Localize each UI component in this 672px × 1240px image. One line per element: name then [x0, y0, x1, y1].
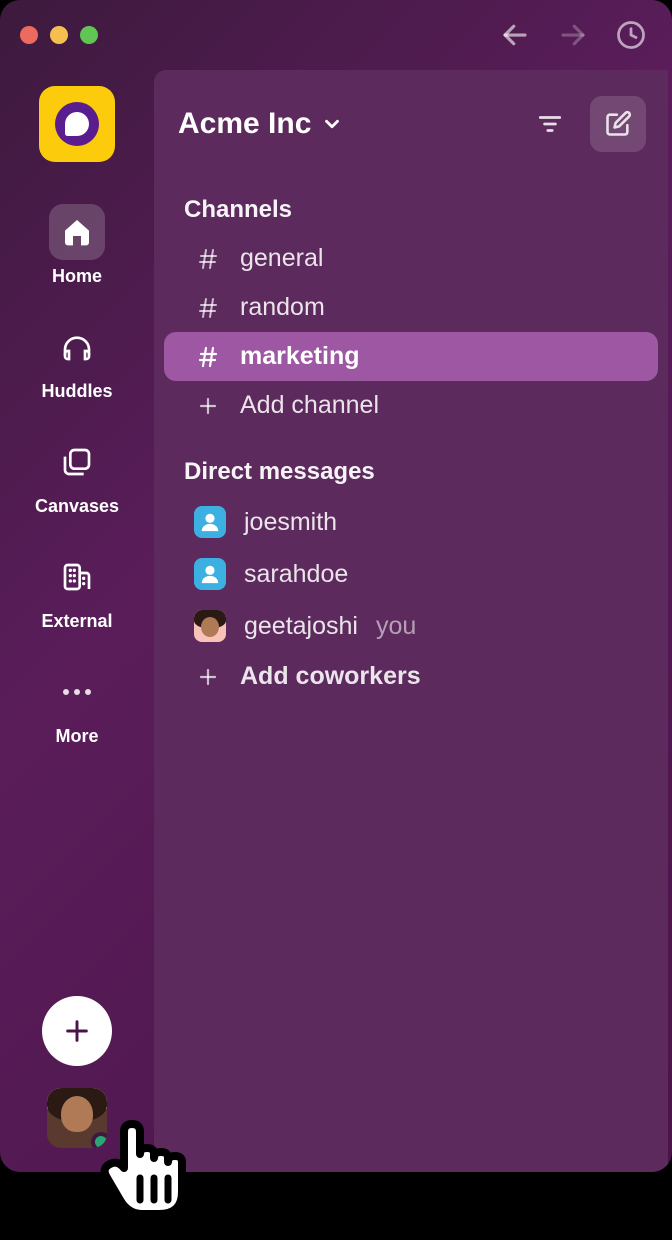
close-window-icon[interactable]: [20, 26, 38, 44]
workspace-menu-button[interactable]: Acme Inc: [178, 107, 343, 141]
minimize-window-icon[interactable]: [50, 26, 68, 44]
forward-button[interactable]: [558, 20, 588, 50]
add-channel-button[interactable]: Add channel: [164, 381, 658, 430]
hash-icon: [194, 247, 222, 271]
avatar-icon: [194, 506, 226, 538]
dm-sarahdoe[interactable]: sarahdoe: [164, 548, 658, 600]
dm-name: sarahdoe: [244, 560, 348, 589]
dm-geetajoshi[interactable]: geetajoshi you: [164, 600, 658, 652]
nav-label: External: [41, 611, 112, 632]
back-button[interactable]: [500, 20, 530, 50]
main-layout: Home Huddles Canvases External: [0, 70, 672, 1172]
channel-sidebar: Acme Inc Channels general: [154, 70, 668, 1172]
nav-label: Canvases: [35, 496, 119, 517]
plus-icon: [194, 665, 222, 689]
channel-random[interactable]: random: [164, 283, 658, 332]
nav-external[interactable]: External: [0, 539, 154, 650]
nav-home[interactable]: Home: [0, 194, 154, 305]
canvases-icon: [61, 446, 93, 478]
hash-icon: [194, 296, 222, 320]
workspace-logo-icon: [65, 112, 89, 136]
chevron-down-icon: [321, 113, 343, 135]
plus-icon: [61, 1015, 93, 1047]
home-icon: [61, 216, 93, 248]
nav-label: Home: [52, 266, 102, 287]
maximize-window-icon[interactable]: [80, 26, 98, 44]
dms-header[interactable]: Direct messages: [154, 430, 668, 496]
nav-canvases[interactable]: Canvases: [0, 424, 154, 535]
nav-label: More: [55, 726, 98, 747]
cursor-pointer-icon: [94, 1102, 204, 1237]
channel-name: random: [240, 293, 325, 322]
headphones-icon: [61, 331, 93, 363]
add-coworkers-button[interactable]: Add coworkers: [164, 652, 658, 701]
workspace-name: Acme Inc: [178, 107, 311, 141]
channel-marketing[interactable]: marketing: [164, 332, 658, 381]
filter-button[interactable]: [522, 96, 578, 152]
dm-name: joesmith: [244, 508, 337, 537]
nav-huddles[interactable]: Huddles: [0, 309, 154, 420]
channel-name: general: [240, 244, 323, 273]
add-workspace-button[interactable]: [42, 996, 112, 1066]
dm-joesmith[interactable]: joesmith: [164, 496, 658, 548]
app-window: Home Huddles Canvases External: [0, 0, 672, 1172]
titlebar: [0, 0, 672, 70]
compose-button[interactable]: [590, 96, 646, 152]
add-channel-label: Add channel: [240, 391, 379, 420]
workspace-switcher[interactable]: [39, 86, 115, 162]
nav-label: Huddles: [41, 381, 112, 402]
filter-icon: [537, 111, 563, 137]
channel-general[interactable]: general: [164, 234, 658, 283]
you-badge: you: [376, 612, 416, 641]
building-icon: [61, 561, 93, 593]
more-icon: [63, 689, 91, 695]
plus-icon: [194, 394, 222, 418]
add-coworkers-label: Add coworkers: [240, 662, 421, 691]
channel-name: marketing: [240, 342, 359, 371]
history-nav: [500, 20, 652, 50]
compose-icon: [604, 110, 632, 138]
avatar-icon: [194, 610, 226, 642]
dm-name: geetajoshi: [244, 612, 358, 641]
window-controls: [20, 26, 98, 44]
history-button[interactable]: [616, 20, 646, 50]
nav-more[interactable]: More: [0, 654, 154, 765]
nav-rail: Home Huddles Canvases External: [0, 70, 154, 1172]
avatar-icon: [194, 558, 226, 590]
channels-header[interactable]: Channels: [154, 168, 668, 234]
hash-icon: [194, 345, 222, 369]
